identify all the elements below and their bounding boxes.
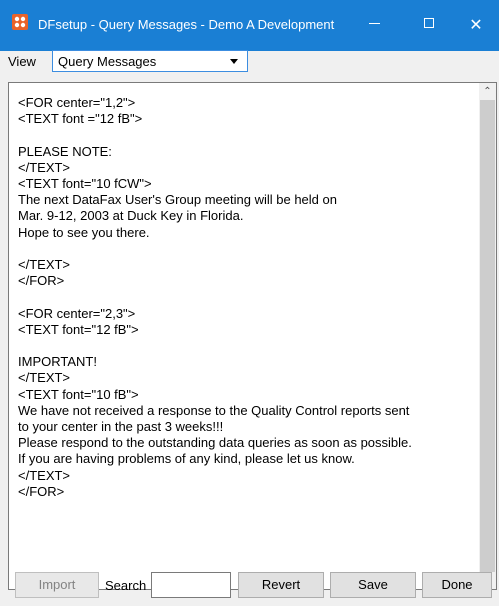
chevron-down-icon	[230, 59, 238, 64]
maximize-button[interactable]	[406, 0, 452, 51]
vertical-scrollbar[interactable]: ⌃ ⌄	[479, 83, 496, 589]
title-bar[interactable]: DFsetup - Query Messages - Demo A Develo…	[0, 0, 499, 51]
view-label: View	[8, 54, 36, 69]
maximize-icon	[424, 18, 434, 28]
revert-button[interactable]: Revert	[238, 572, 324, 598]
done-button[interactable]: Done	[422, 572, 492, 598]
view-dropdown-value: Query Messages	[58, 54, 157, 69]
message-editor[interactable]: <FOR center="1,2"> <TEXT font ="12 fB"> …	[8, 82, 497, 590]
close-button[interactable]: ✕	[453, 0, 499, 51]
message-text[interactable]: <FOR center="1,2"> <TEXT font ="12 fB"> …	[18, 95, 478, 500]
minimize-button[interactable]	[351, 0, 397, 51]
scroll-up-icon[interactable]: ⌃	[479, 83, 496, 100]
close-icon: ✕	[469, 17, 483, 34]
save-button[interactable]: Save	[330, 572, 416, 598]
search-input[interactable]	[151, 572, 231, 598]
app-logo-icon	[12, 14, 28, 30]
import-button[interactable]: Import	[15, 572, 99, 598]
scroll-thumb[interactable]	[480, 100, 495, 572]
view-dropdown[interactable]: Query Messages	[52, 50, 248, 72]
window-title: DFsetup - Query Messages - Demo A Develo…	[38, 17, 335, 32]
minimize-icon	[369, 23, 380, 24]
search-label: Search	[105, 578, 147, 593]
